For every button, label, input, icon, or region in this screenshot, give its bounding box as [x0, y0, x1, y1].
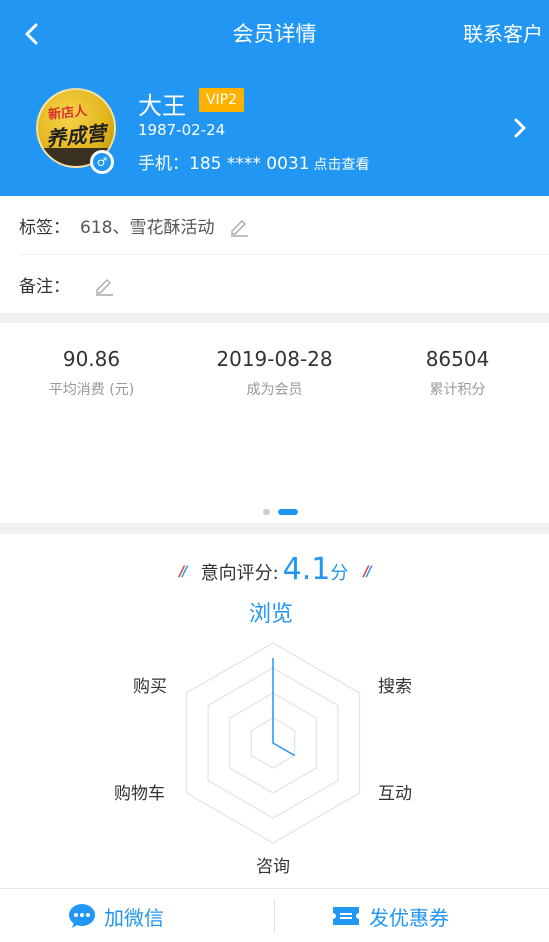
- stat-label: 平均消费 (元): [48, 382, 135, 398]
- contact-customer-button[interactable]: 联系客户: [463, 18, 543, 47]
- view-phone-link[interactable]: 点击查看: [314, 157, 370, 173]
- tags-value: 618、雪花酥活动: [80, 218, 215, 238]
- pager-dot[interactable]: [263, 509, 270, 515]
- edit-tags-icon[interactable]: [228, 215, 250, 237]
- stat-label: 成为会员: [246, 382, 303, 398]
- bottom-action-bar: 加微信 发优惠券: [0, 888, 549, 942]
- divider: [274, 901, 275, 931]
- phone-label: 手机：: [138, 154, 189, 174]
- radar-axis-label: 互动: [378, 784, 412, 804]
- member-name: 大王: [138, 92, 186, 120]
- stat-value: 2019-08-28: [216, 347, 333, 371]
- stat-avg-spend: 90.86 平均消费 (元): [0, 347, 183, 399]
- tags-label: 标签：: [19, 218, 70, 238]
- stat-value: 90.86: [62, 347, 121, 371]
- radar-axis-label: 浏览: [249, 602, 294, 627]
- stat-value: 86504: [425, 347, 490, 371]
- stat-points: 86504 累计积分: [366, 347, 549, 399]
- vip-badge: VIP2: [199, 88, 244, 112]
- radar-axis-label: 购买: [133, 677, 167, 697]
- phone-row: 手机：185 **** 0031 点击查看: [138, 149, 370, 174]
- send-coupon-button[interactable]: 发优惠券: [331, 889, 449, 942]
- radar-axis-label: 搜索: [378, 677, 412, 697]
- pager-dot-active[interactable]: [278, 509, 298, 515]
- birthday: 1987-02-24: [138, 121, 226, 139]
- radar-series-shape: [272, 658, 296, 757]
- stat-member-since: 2019-08-28 成为会员: [183, 347, 366, 399]
- add-wechat-button[interactable]: 加微信: [68, 889, 164, 942]
- stat-label: 累计积分: [429, 382, 486, 398]
- radar-axis-label: 购物车: [114, 784, 165, 804]
- send-coupon-label: 发优惠券: [369, 905, 449, 930]
- member-header: 会员详情 联系客户 新店人 养成营 ♂ 大王 VIP2 1987-02-24 手…: [0, 0, 549, 196]
- tags-card: 标签： 618、雪花酥活动 备注：: [0, 196, 549, 313]
- chat-bubble-icon: [69, 904, 95, 928]
- edit-remark-icon[interactable]: [93, 274, 115, 296]
- coupon-ticket-icon: [333, 907, 359, 925]
- stats-card[interactable]: 90.86 平均消费 (元) 2019-08-28 成为会员 86504 累计积…: [0, 323, 549, 523]
- remark-row: 备注：: [19, 272, 115, 297]
- male-gender-icon: ♂: [90, 150, 114, 174]
- phone-number: 185 **** 0031: [189, 154, 310, 174]
- add-wechat-label: 加微信: [104, 905, 164, 930]
- remark-label: 备注：: [19, 277, 70, 297]
- intent-radar-card: // 意向评分: 4.1分 // 浏览 搜索 互动 咨询 购物车 购买: [0, 534, 549, 888]
- divider: [19, 254, 549, 255]
- chevron-right-icon[interactable]: [509, 116, 531, 140]
- radar-chart: [185, 642, 361, 844]
- radar-axis-label: 咨询: [256, 857, 290, 877]
- tags-row: 标签： 618、雪花酥活动: [19, 213, 250, 238]
